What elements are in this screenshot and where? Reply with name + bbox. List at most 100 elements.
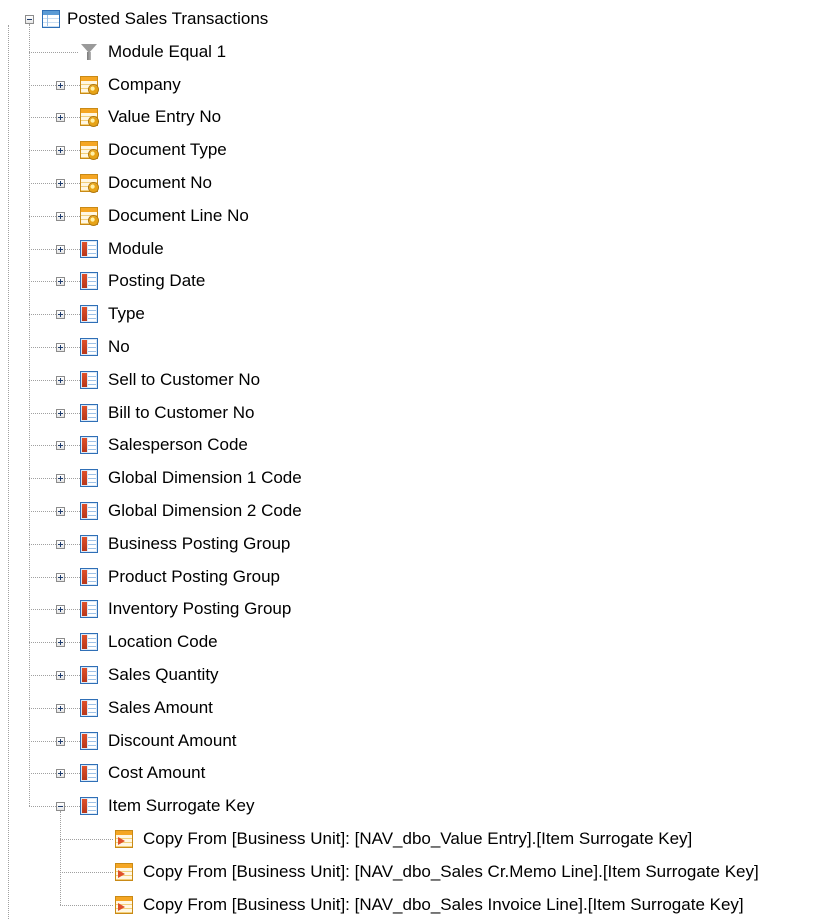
- tree-connector-line: [29, 150, 56, 152]
- tree-connector-line: [65, 806, 80, 808]
- tree-connector-line: [29, 806, 56, 808]
- expand-toggle-icon[interactable]: [56, 572, 65, 582]
- tree-item-sales-quantity-label[interactable]: Sales Quantity: [108, 663, 219, 687]
- tree-connector-line: [65, 740, 80, 742]
- tree-connector-line: [29, 84, 56, 86]
- measure-column-icon: [80, 436, 98, 455]
- expand-toggle-icon[interactable]: [56, 343, 65, 352]
- collapse-toggle-icon[interactable]: [25, 15, 34, 24]
- tree-connector-line: [29, 379, 56, 381]
- tree-connector-line: [65, 773, 80, 775]
- tree-connector-line: [29, 740, 56, 742]
- measure-column-icon: [80, 305, 98, 324]
- copy-from-icon: [115, 862, 133, 881]
- tree-connector-line: [65, 511, 80, 512]
- measure-column-icon: [80, 731, 98, 750]
- tree-connector-line: [29, 707, 56, 709]
- tree-item-document-line-no-label[interactable]: Document Line No: [108, 204, 249, 228]
- expand-toggle-icon[interactable]: [56, 474, 65, 484]
- tree-connector-line: [65, 445, 80, 447]
- tree-item-salesperson-code-label[interactable]: Salesperson Code: [108, 433, 248, 457]
- expand-toggle-icon[interactable]: [56, 375, 65, 385]
- expand-toggle-icon[interactable]: [56, 310, 65, 320]
- tree-connector-line: [29, 675, 56, 676]
- tree-connector-line: [65, 379, 80, 381]
- measure-column-icon: [80, 338, 98, 356]
- tree-item-global-dimension-1-code-label[interactable]: Global Dimension 1 Code: [108, 466, 302, 490]
- tree-connector-line: [65, 183, 80, 184]
- tree-item-value-entry-no-label[interactable]: Value Entry No: [108, 105, 221, 129]
- collapse-toggle-icon[interactable]: [56, 802, 65, 812]
- expand-toggle-icon[interactable]: [56, 80, 65, 90]
- tree-item-type-label[interactable]: Type: [108, 302, 145, 326]
- tree-connector-line: [65, 281, 80, 283]
- tree-item-cost-amount-label[interactable]: Cost Amount: [108, 761, 205, 785]
- expand-toggle-icon[interactable]: [56, 769, 65, 779]
- tree-connector-line: [29, 248, 56, 250]
- tree-item-company-label[interactable]: Company: [108, 73, 181, 97]
- tree-item-no-label[interactable]: No: [108, 335, 130, 359]
- tree-item-sell-to-customer-no-label[interactable]: Sell to Customer No: [108, 368, 260, 392]
- tree-root-item-label[interactable]: Posted Sales Transactions: [67, 7, 268, 31]
- measure-column-icon: [80, 698, 98, 717]
- key-attribute-icon: [80, 108, 98, 127]
- tree-connector-line: [29, 347, 56, 348]
- tree-connector-line: [29, 543, 56, 545]
- measure-column-icon: [80, 534, 98, 553]
- tree-item-business-posting-group-label[interactable]: Business Posting Group: [108, 532, 290, 556]
- expand-toggle-icon[interactable]: [56, 507, 65, 516]
- tree-connector-line: [29, 24, 30, 807]
- tree-item-sales-amount-label[interactable]: Sales Amount: [108, 696, 213, 720]
- tree-item-item-surrogate-key-label[interactable]: Item Surrogate Key: [108, 794, 254, 818]
- tree-item-location-code-label[interactable]: Location Code: [108, 630, 218, 654]
- tree-item-module-equal-1-label[interactable]: Module Equal 1: [108, 40, 226, 64]
- tree-item-posting-date-label[interactable]: Posting Date: [108, 269, 205, 293]
- table-icon: [42, 10, 60, 28]
- tree-item-discount-amount-label[interactable]: Discount Amount: [108, 729, 237, 753]
- expand-toggle-icon[interactable]: [56, 113, 65, 123]
- tree-connector-line: [29, 215, 56, 217]
- expand-toggle-icon[interactable]: [56, 211, 65, 221]
- tree-connector-line: [65, 412, 80, 414]
- tree-item-document-type-label[interactable]: Document Type: [108, 138, 227, 162]
- tree-connector-line: [29, 281, 56, 283]
- expand-toggle-icon[interactable]: [56, 244, 65, 254]
- key-attribute-icon: [80, 174, 98, 192]
- tree-item-product-posting-group-label[interactable]: Product Posting Group: [108, 565, 280, 589]
- expand-toggle-icon[interactable]: [56, 277, 65, 287]
- expand-toggle-icon[interactable]: [56, 408, 65, 418]
- tree-connector-line: [29, 412, 56, 414]
- expand-toggle-icon[interactable]: [56, 441, 65, 451]
- expand-toggle-icon[interactable]: [56, 736, 65, 746]
- tree-connector-line: [65, 215, 80, 217]
- expand-toggle-icon[interactable]: [56, 146, 65, 156]
- tree-subitem-copy-from-2-label[interactable]: Copy From [Business Unit]: [NAV_dbo_Sale…: [143, 860, 759, 884]
- measure-column-icon: [80, 567, 98, 586]
- tree-connector-line: [29, 183, 56, 184]
- tree-connector-line: [29, 314, 56, 316]
- expand-toggle-icon[interactable]: [56, 671, 65, 680]
- tree-view: Posted Sales Transactions Module Equal 1 C…: [0, 0, 839, 919]
- expand-toggle-icon[interactable]: [56, 703, 65, 713]
- tree-subitem-copy-from-1-label[interactable]: Copy From [Business Unit]: [NAV_dbo_Valu…: [143, 827, 692, 851]
- tree-item-bill-to-customer-no-label[interactable]: Bill to Customer No: [108, 401, 254, 425]
- tree-connector-line: [65, 248, 80, 250]
- tree-connector-line: [29, 445, 56, 447]
- tree-connector-line: [65, 609, 80, 611]
- tree-connector-line: [65, 117, 80, 119]
- measure-column-icon: [80, 600, 98, 619]
- expand-toggle-icon[interactable]: [56, 638, 65, 648]
- expand-toggle-icon[interactable]: [56, 179, 65, 188]
- tree-item-document-no-label[interactable]: Document No: [108, 171, 212, 195]
- tree-connector-line: [29, 609, 56, 611]
- key-attribute-icon: [80, 206, 98, 225]
- tree-item-global-dimension-2-code-label[interactable]: Global Dimension 2 Code: [108, 499, 302, 523]
- expand-toggle-icon[interactable]: [56, 605, 65, 615]
- tree-item-module-label[interactable]: Module: [108, 237, 164, 261]
- tree-connector-line: [29, 51, 78, 53]
- tree-subitem-copy-from-3-label[interactable]: Copy From [Business Unit]: [NAV_dbo_Sale…: [143, 893, 744, 917]
- expand-toggle-icon[interactable]: [56, 539, 65, 549]
- tree-connector-line: [29, 117, 56, 119]
- tree-item-inventory-posting-group-label[interactable]: Inventory Posting Group: [108, 597, 291, 621]
- tree-connector-line: [29, 478, 56, 480]
